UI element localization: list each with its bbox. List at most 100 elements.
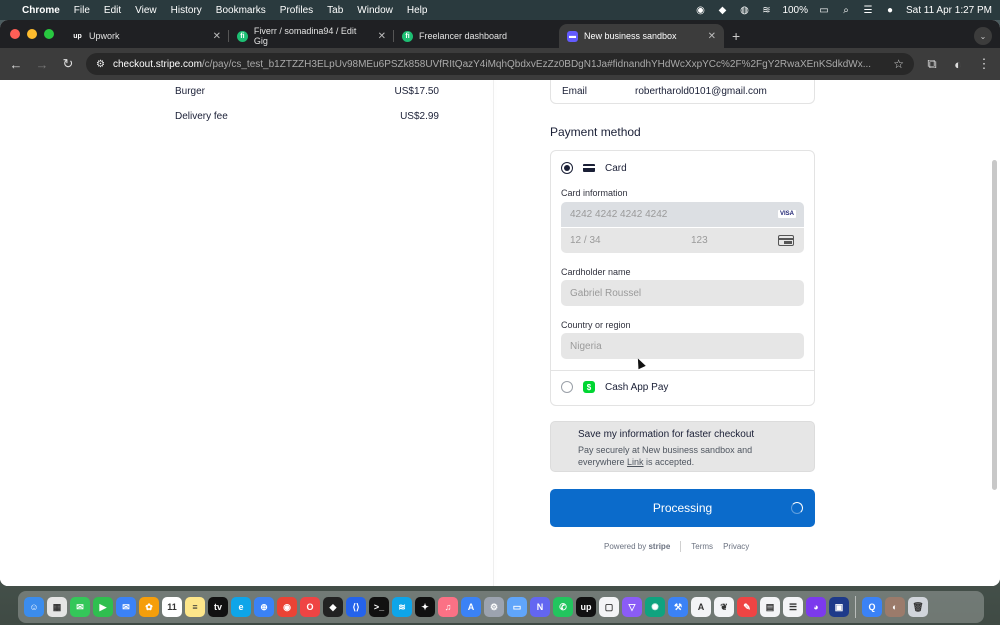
edge-icon[interactable]: e <box>231 597 251 617</box>
notion-icon[interactable]: N <box>530 597 550 617</box>
control-center-icon[interactable]: ☰ <box>862 4 874 16</box>
cash-app-option[interactable]: $ Cash App Pay <box>561 381 668 393</box>
chatgpt-icon[interactable]: ✺ <box>645 597 665 617</box>
country-select[interactable]: Nigeria <box>561 333 804 359</box>
close-tab-icon[interactable]: ✕ <box>378 31 386 42</box>
menu-window[interactable]: Window <box>357 5 393 16</box>
calendar-icon[interactable]: 11 <box>162 597 182 617</box>
finder2-icon[interactable]: ▣ <box>829 597 849 617</box>
pay-button[interactable]: Processing <box>550 489 815 527</box>
proton-icon[interactable]: ▽ <box>622 597 642 617</box>
reminders-icon[interactable]: ☰ <box>783 597 803 617</box>
terminal-icon[interactable]: >_ <box>369 597 389 617</box>
extensions-icon[interactable]: ⧉ <box>924 56 940 72</box>
reload-button[interactable]: ↻ <box>60 56 76 72</box>
line-item-label: Burger <box>175 86 206 97</box>
url-text[interactable]: checkout.stripe.com/c/pay/cs_test_b1ZTZZ… <box>113 59 871 70</box>
menu-file[interactable]: File <box>74 5 90 16</box>
chrome-menu-icon[interactable]: ⋮ <box>976 56 992 72</box>
tab-new-business-sandbox[interactable]: ▬ New business sandbox ✕ <box>559 24 724 48</box>
new-tab-button[interactable]: + <box>732 28 740 44</box>
card-radio[interactable] <box>561 162 573 174</box>
card-number-input[interactable]: 4242 4242 4242 4242 VISA <box>561 202 804 227</box>
privacy-link[interactable]: Privacy <box>723 542 749 551</box>
safari-icon[interactable]: ⊕ <box>254 597 274 617</box>
link-link[interactable]: Link <box>627 457 644 467</box>
menu-app-name[interactable]: Chrome <box>22 5 60 16</box>
menu-view[interactable]: View <box>135 5 157 16</box>
upwork-icon[interactable]: up <box>576 597 596 617</box>
forward-button[interactable]: → <box>34 57 50 72</box>
menu-help[interactable]: Help <box>407 5 428 16</box>
files-icon[interactable]: ▭ <box>507 597 527 617</box>
zoom-window-button[interactable] <box>44 29 54 39</box>
minimize-window-button[interactable] <box>27 29 37 39</box>
expiry-input[interactable]: 12 / 34 <box>561 228 682 253</box>
trash-icon[interactable]: 🗑 <box>908 597 928 617</box>
search-icon[interactable]: ⌕ <box>840 4 852 16</box>
docker-icon[interactable]: ≋ <box>392 597 412 617</box>
site-info-icon[interactable]: ⚙ <box>96 59 105 70</box>
record-icon[interactable]: ◉ <box>694 4 706 16</box>
chrome-icon[interactable]: ◉ <box>277 597 297 617</box>
close-tab-icon[interactable]: ✕ <box>213 31 221 42</box>
opera-icon[interactable]: O <box>300 597 320 617</box>
stripe-favicon-icon: ▬ <box>567 30 578 42</box>
vscode-icon[interactable]: ⟨⟩ <box>346 597 366 617</box>
tab-fiverr[interactable]: fi Fiverr / somadina94 / Edit Gig ✕ <box>229 24 394 48</box>
email-row[interactable]: Email robertharold0101@gmail.com <box>550 80 815 104</box>
card-option[interactable]: Card <box>561 162 627 174</box>
fontbook-icon[interactable]: A <box>691 597 711 617</box>
profile-avatar[interactable]: ◐ <box>950 57 966 72</box>
notes-icon[interactable]: ≡ <box>185 597 205 617</box>
close-window-button[interactable] <box>10 29 20 39</box>
calculator-icon[interactable]: ▤ <box>760 597 780 617</box>
battery-icon[interactable]: ▭ <box>818 4 830 16</box>
page-scrollbar[interactable] <box>992 160 997 490</box>
email-value[interactable]: robertharold0101@gmail.com <box>635 86 767 97</box>
firefox-icon[interactable]: ◕ <box>806 597 826 617</box>
photos-icon[interactable]: ✿ <box>139 597 159 617</box>
xcode-icon[interactable]: ⚒ <box>668 597 688 617</box>
quicktime-icon[interactable]: Q <box>862 597 882 617</box>
launchpad-icon[interactable]: ▦ <box>47 597 67 617</box>
pen-icon[interactable]: ✎ <box>737 597 757 617</box>
back-button[interactable]: ← <box>8 57 24 72</box>
mongodb-icon[interactable]: ❦ <box>714 597 734 617</box>
cube-icon[interactable]: ◆ <box>323 597 343 617</box>
menu-history[interactable]: History <box>171 5 202 16</box>
facetime-icon[interactable]: ▶ <box>93 597 113 617</box>
close-tab-icon[interactable]: ✕ <box>708 31 716 42</box>
terms-link[interactable]: Terms <box>691 542 713 551</box>
address-bar[interactable]: ⚙ checkout.stripe.com/c/pay/cs_test_b1ZT… <box>86 53 914 75</box>
clock[interactable]: Sat 11 Apr 1:27 PM <box>906 5 992 16</box>
music-icon[interactable]: ♫ <box>438 597 458 617</box>
checkout-footer: Powered by stripe Terms Privacy <box>604 541 749 552</box>
menu-tab[interactable]: Tab <box>327 5 343 16</box>
messages-icon[interactable]: ✉ <box>70 597 90 617</box>
wifi-icon[interactable]: ≋ <box>760 4 772 16</box>
bookmark-star-icon[interactable]: ☆ <box>893 57 904 71</box>
mail-icon[interactable]: ✉ <box>116 597 136 617</box>
menu-bookmarks[interactable]: Bookmarks <box>216 5 266 16</box>
figma-icon[interactable]: ✦ <box>415 597 435 617</box>
photo-thumb-icon[interactable]: ◐ <box>885 597 905 617</box>
cash-app-radio[interactable] <box>561 381 573 393</box>
menu-edit[interactable]: Edit <box>104 5 121 16</box>
globe-icon[interactable]: ◍ <box>738 4 750 16</box>
appstore-icon[interactable]: A <box>461 597 481 617</box>
tab-freelancer-dashboard[interactable]: fi Freelancer dashboard <box>394 24 559 48</box>
cardholder-name-input[interactable]: Gabriel Roussel <box>561 280 804 306</box>
cube-status-icon[interactable]: ◆ <box>716 4 728 16</box>
link-save-info-box[interactable]: Save my information for faster checkout … <box>550 421 815 472</box>
whatsapp-icon[interactable]: ✆ <box>553 597 573 617</box>
tab-search-button[interactable]: ⌄ <box>974 27 992 45</box>
finder-icon[interactable]: ☺ <box>24 597 44 617</box>
preview-icon[interactable]: ▢ <box>599 597 619 617</box>
siri-icon[interactable]: ● <box>884 4 896 16</box>
tv-icon[interactable]: tv <box>208 597 228 617</box>
cvc-input[interactable]: 123 <box>682 228 804 253</box>
tab-upwork[interactable]: up Upwork ✕ <box>64 24 229 48</box>
menu-profiles[interactable]: Profiles <box>280 5 313 16</box>
settings-icon[interactable]: ⚙ <box>484 597 504 617</box>
